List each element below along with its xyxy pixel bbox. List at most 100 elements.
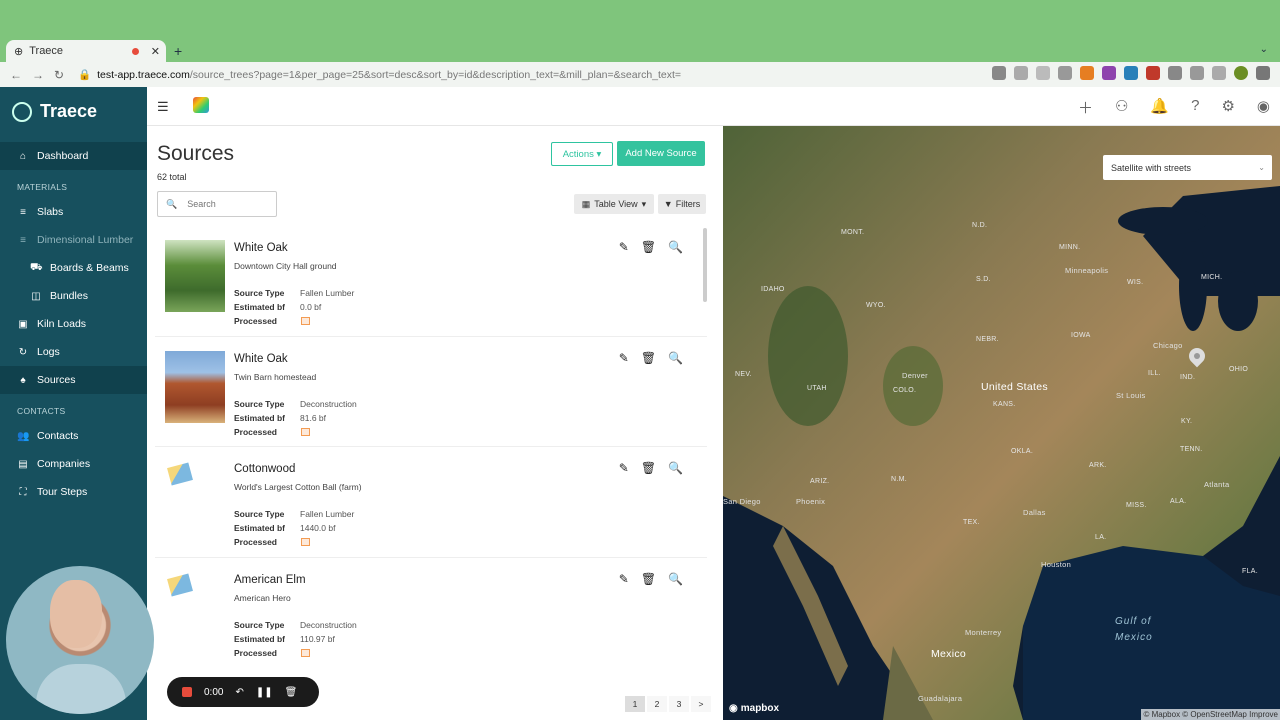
sidebar-item-companies[interactable]: ▤ Companies xyxy=(0,450,147,478)
trash-icon[interactable]: 🗑 xyxy=(641,461,656,475)
source-type-value: Fallen Lumber xyxy=(300,288,355,298)
processed-label: Processed xyxy=(234,316,277,326)
source-type-label: Source Type xyxy=(234,288,285,298)
actions-button[interactable]: Actions ▾ xyxy=(551,142,613,166)
state-label: OHIO xyxy=(1229,366,1249,373)
page-button[interactable]: 2 xyxy=(647,696,667,712)
estimated-bf-value: 0.0 bf xyxy=(300,302,322,312)
map-layer-select[interactable]: Satellite with streets ⌄ xyxy=(1103,155,1272,180)
list-item[interactable]: White Oak Downtown City Hall ground Sour… xyxy=(155,226,707,337)
puzzle-icon[interactable] xyxy=(1168,66,1182,80)
sidebar-item-slabs[interactable]: ≡ Slabs xyxy=(0,198,147,226)
browser-tabstrip xyxy=(0,0,1280,62)
processed-checkbox[interactable] xyxy=(301,317,310,325)
undo-icon[interactable]: ↶ xyxy=(235,687,243,698)
processed-checkbox[interactable] xyxy=(301,538,310,546)
country-label: Mexico xyxy=(931,648,967,660)
list-item[interactable]: Cottonwood World's Largest Cotton Ball (… xyxy=(155,447,707,558)
source-description: Twin Barn homestead xyxy=(234,371,317,382)
pause-icon[interactable]: ❚❚ xyxy=(256,687,273,698)
extension-icon[interactable] xyxy=(1146,66,1160,80)
sidebar-item-contacts[interactable]: 👥 Contacts xyxy=(0,422,147,450)
search-field[interactable]: 🔍 xyxy=(157,191,277,217)
trash-icon[interactable]: 🗑 xyxy=(641,240,656,254)
back-icon[interactable]: ← xyxy=(10,68,22,82)
city-label: Atlanta xyxy=(1204,480,1230,489)
trash-icon[interactable]: 🗑 xyxy=(641,351,656,365)
collapse-menu-icon[interactable]: ☰ xyxy=(157,99,169,115)
app-logo[interactable]: Traece xyxy=(0,87,147,136)
page-button[interactable]: 1 xyxy=(625,696,645,712)
forward-icon[interactable]: → xyxy=(32,68,44,82)
processed-checkbox[interactable] xyxy=(301,427,310,436)
map-view[interactable]: Satellite with streets ⌄ United States Me… xyxy=(723,126,1280,720)
browser-tab[interactable]: ⊕ Traece ✕ xyxy=(6,40,166,62)
sidebar-item-boards-beams[interactable]: ⛟ Boards & Beams xyxy=(0,254,147,282)
filters-button[interactable]: ▼ Filters xyxy=(658,194,706,214)
magnify-icon[interactable]: 🔍 xyxy=(668,351,683,365)
magnify-icon[interactable]: 🔍 xyxy=(668,572,683,586)
close-tab-icon[interactable]: ✕ xyxy=(151,45,160,58)
caret-down-icon: ▾ xyxy=(641,198,647,209)
plus-icon[interactable]: ＋ xyxy=(1078,97,1093,118)
url-field[interactable]: 🔒 test-app.traece.com/source_trees?page=… xyxy=(78,68,681,82)
map-attribution[interactable]: © Mapbox © OpenStreetMap Improve xyxy=(1141,709,1280,720)
edit-icon[interactable]: ✎ xyxy=(619,572,629,586)
trash-icon[interactable]: 🗑 xyxy=(285,687,298,698)
extension-icon[interactable] xyxy=(1102,66,1116,80)
magnify-icon[interactable]: 🔍 xyxy=(668,461,683,475)
list-scrollbar[interactable] xyxy=(703,228,707,302)
star-icon[interactable] xyxy=(1058,66,1072,80)
state-label: WYO. xyxy=(866,302,886,309)
add-new-source-button[interactable]: Add New Source xyxy=(617,141,705,166)
sidebar-item-label: Sources xyxy=(37,374,76,386)
list-item[interactable]: White Oak Twin Barn homestead Source Typ… xyxy=(155,337,707,447)
sidebar-item-sources[interactable]: ♠ Sources xyxy=(0,366,147,394)
sidebar-item-kiln-loads[interactable]: ▣ Kiln Loads xyxy=(0,310,147,338)
key-icon[interactable] xyxy=(1014,66,1028,80)
table-view-button[interactable]: ▦ Table View ▾ xyxy=(574,194,654,214)
mapbox-logo[interactable]: ◉ mapbox xyxy=(729,703,779,714)
reload-icon[interactable]: ↻ xyxy=(54,68,66,82)
account-icon[interactable]: ◉ xyxy=(1257,97,1270,118)
pagination: 1 2 3 > xyxy=(625,696,711,712)
new-tab-icon[interactable]: + xyxy=(174,43,182,59)
extension-icon[interactable] xyxy=(1124,66,1138,80)
menu-icon[interactable] xyxy=(1256,66,1270,80)
sidebar-item-tour-steps[interactable]: ⛶ Tour Steps xyxy=(0,478,147,506)
extension-icon[interactable] xyxy=(1080,66,1094,80)
search-input[interactable] xyxy=(187,199,258,209)
next-page-button[interactable]: > xyxy=(691,696,711,712)
state-label: MICH. xyxy=(1201,274,1223,281)
page-button[interactable]: 3 xyxy=(669,696,689,712)
processed-checkbox[interactable] xyxy=(301,648,310,657)
edit-icon[interactable]: ✎ xyxy=(619,351,629,365)
camera-icon[interactable] xyxy=(992,66,1006,80)
sidebar-item-logs[interactable]: ↻ Logs xyxy=(0,338,147,366)
country-label: United States xyxy=(981,381,1048,393)
source-list: White Oak Downtown City Hall ground Sour… xyxy=(155,226,707,666)
trash-icon[interactable]: 🗑 xyxy=(641,572,656,586)
user-settings-icon[interactable]: ⚇ xyxy=(1115,97,1128,118)
list-item[interactable]: American Elm American Hero Source Type D… xyxy=(155,558,707,667)
bell-icon[interactable]: 🔔 xyxy=(1150,97,1169,118)
recording-time: 0:00 xyxy=(204,686,224,698)
share-icon[interactable] xyxy=(1036,66,1050,80)
state-label: OKLA. xyxy=(1011,448,1034,455)
state-label: N.M. xyxy=(891,476,907,483)
edit-icon[interactable]: ✎ xyxy=(619,461,629,475)
help-icon[interactable]: ? xyxy=(1191,97,1199,118)
sidebar-item-dashboard[interactable]: ⌂ Dashboard xyxy=(0,142,147,170)
edit-icon[interactable]: ✎ xyxy=(619,240,629,254)
sidebar-item-bundles[interactable]: ◫ Bundles xyxy=(0,282,147,310)
gear-icon[interactable]: ⚙ xyxy=(1221,97,1234,118)
company-logo xyxy=(193,97,209,113)
lock-icon: 🔒 xyxy=(78,69,92,81)
sidepanel-icon[interactable] xyxy=(1212,66,1226,80)
magnify-icon[interactable]: 🔍 xyxy=(668,240,683,254)
tab-search-chevron-icon[interactable]: ⌄ xyxy=(1260,44,1268,55)
profile-avatar[interactable] xyxy=(1234,66,1248,80)
stop-recording-button[interactable] xyxy=(182,687,192,697)
reading-list-icon[interactable] xyxy=(1190,66,1204,80)
sidebar-item-dimensional-lumber[interactable]: ≡ Dimensional Lumber xyxy=(0,226,147,254)
